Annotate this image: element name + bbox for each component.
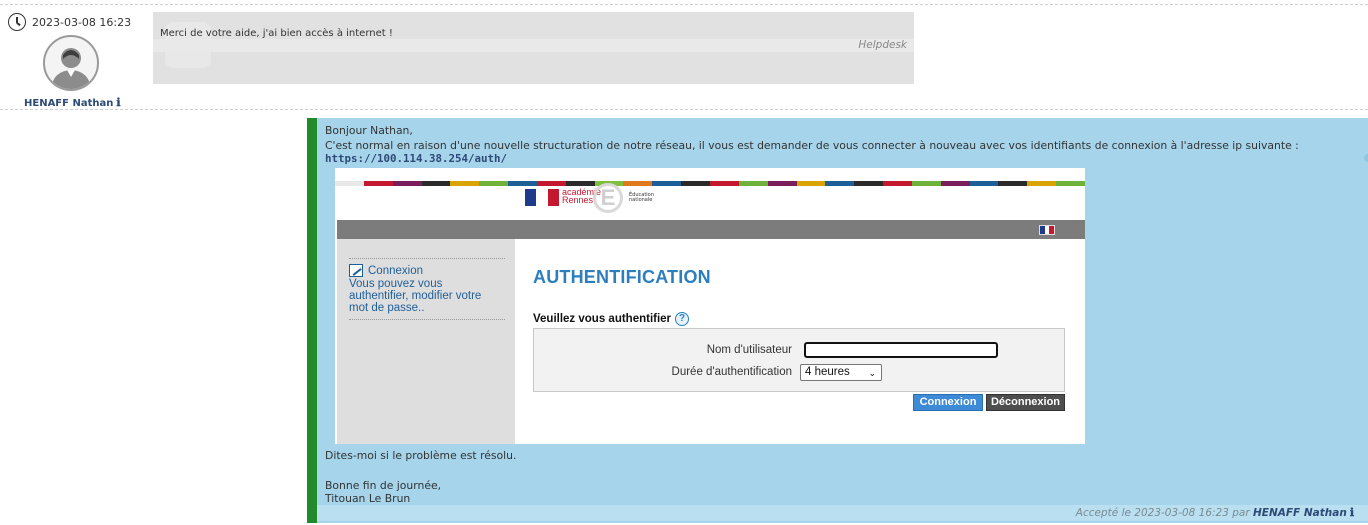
- disconnect-button[interactable]: Déconnexion: [986, 394, 1065, 411]
- education-nationale-label: Éducation nationale: [629, 192, 654, 203]
- chart-icon: [349, 264, 363, 277]
- stripe-segment: [883, 181, 912, 186]
- separator-top: [0, 4, 1368, 5]
- login-main: AUTHENTIFICATION Veuillez vous authentif…: [515, 239, 1085, 444]
- accepted-footer: Accepté le 2023-03-08 16:23 par HENAFF N…: [317, 505, 1368, 521]
- entry1-author-name[interactable]: HENAFF Nathan: [24, 98, 113, 109]
- stripe-segment: [998, 181, 1028, 186]
- color-stripe-banner: [335, 181, 1085, 186]
- login-subtitle: Veuillez vous authentifier ?: [533, 312, 690, 326]
- entry1-timestamp: 2023-03-08 16:23: [32, 15, 132, 29]
- republic-flag-icon: [525, 189, 559, 206]
- stripe-segment: [854, 181, 884, 186]
- page-title: AUTHENTIFICATION: [533, 267, 711, 287]
- french-flag-icon[interactable]: [1039, 225, 1055, 235]
- login-form: Nom d'utilisateur Durée d'authentificati…: [533, 328, 1065, 392]
- connect-button[interactable]: Connexion: [913, 394, 983, 411]
- username-label: Nom d'utilisateur: [706, 344, 792, 356]
- stripe-segment: [767, 181, 797, 186]
- username-field[interactable]: [804, 342, 998, 358]
- info-icon[interactable]: ℹ: [116, 96, 120, 109]
- info-icon[interactable]: ℹ: [1350, 506, 1354, 519]
- edge-dot: [1364, 154, 1368, 162]
- entry1-author[interactable]: HENAFF Nathan ℹ: [24, 96, 121, 109]
- stripe-segment: [421, 181, 451, 186]
- education-logo-icon: E: [593, 183, 623, 213]
- entry2-body: C'est normal en raison d'une nouvelle st…: [325, 139, 1299, 152]
- stripe-segment: [738, 181, 768, 186]
- stripe-segment: [392, 181, 422, 186]
- embedded-login-screenshot: académie Rennes E Éducation nationale Co…: [335, 168, 1085, 444]
- avatar: [43, 35, 99, 91]
- entry1-message-bubble: Merci de votre aide, j'ai bien accès à i…: [153, 12, 914, 84]
- login-sidebar: Connexion Vous pouvez vous authentifier,…: [337, 239, 515, 444]
- stripe-segment: [363, 181, 393, 186]
- separator-middle: [0, 109, 1368, 110]
- stripe-segment: [709, 181, 739, 186]
- sidebar-connexion-block[interactable]: Connexion Vous pouvez vous authentifier,…: [349, 258, 505, 320]
- help-icon[interactable]: ?: [675, 312, 690, 326]
- sidebar-description: Vous pouvez vous authentifier, modifier …: [349, 278, 482, 314]
- entry2-signature: Titouan Le Brun: [325, 492, 411, 505]
- entry2-greeting: Bonjour Nathan,: [325, 124, 413, 137]
- academy-logo: académie Rennes E Éducation nationale: [525, 183, 685, 221]
- header-bar: [337, 220, 1085, 239]
- entry2-message-bubble: Bonjour Nathan, C'est normal en raison d…: [307, 118, 1368, 523]
- entry1-message: Merci de votre aide, j'ai bien accès à i…: [160, 28, 393, 39]
- sidebar-title[interactable]: Connexion: [368, 265, 423, 277]
- entry1-source-tag: Helpdesk: [153, 39, 914, 52]
- duration-label: Durée d'authentification: [671, 366, 792, 378]
- entry2-question: Dites-moi si le problème est résolu.: [325, 449, 517, 462]
- stripe-segment: [825, 181, 855, 186]
- stripe-segment: [796, 181, 826, 186]
- stripe-segment: [479, 181, 509, 186]
- clock-icon: [8, 13, 26, 31]
- stripe-segment: [450, 181, 480, 186]
- stripe-segment: [681, 181, 710, 186]
- stripe-segment: [969, 181, 999, 186]
- stripe-segment: [1056, 181, 1085, 186]
- stripe-segment: [1027, 181, 1057, 186]
- chevron-down-icon: ⌄: [868, 368, 876, 378]
- entry2-signoff: Bonne fin de journée,: [325, 479, 442, 492]
- entry1-timestamp-row: 2023-03-08 16:23: [8, 13, 131, 31]
- stripe-segment: [911, 181, 941, 186]
- stripe-segment: [940, 181, 970, 186]
- accepted-text: Accepté le 2023-03-08 16:23 par: [1075, 507, 1250, 519]
- duration-select[interactable]: 4 heures ⌄: [800, 364, 882, 381]
- accepted-author[interactable]: HENAFF Nathan: [1253, 507, 1347, 519]
- stripe-segment: [335, 181, 364, 186]
- entry2-link[interactable]: https://100.114.38.254/auth/: [325, 152, 507, 165]
